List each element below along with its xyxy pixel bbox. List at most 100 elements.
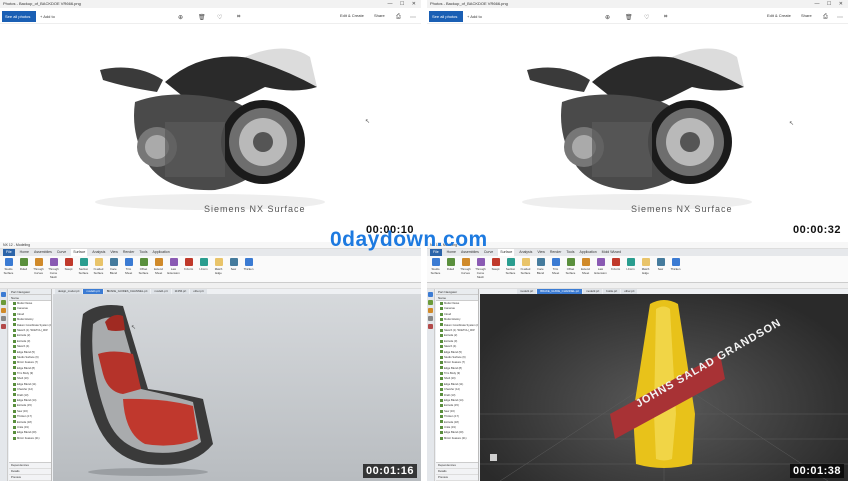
ribbon-button[interactable]: Studio Surface [2, 258, 15, 280]
preview-panel[interactable]: Preview [436, 475, 478, 481]
ribbon-button[interactable]: Sew [227, 258, 240, 280]
ribbon-button[interactable]: Extend Sheet [579, 258, 592, 280]
tab-application[interactable]: Application [580, 249, 597, 256]
navigator-item[interactable]: Mirror Feature (21) [9, 436, 51, 441]
zoom-icon[interactable]: ⊕ [605, 14, 610, 21]
ribbon-button-label: Trim Sheet [124, 267, 133, 275]
history-icon[interactable] [428, 316, 433, 321]
ribbon-button[interactable]: Through Curve Mesh [47, 258, 60, 280]
graphics-window[interactable]: JOHNS SALAD GRANDSON [480, 294, 848, 481]
ribbon-icon [596, 258, 605, 266]
tab-analysis[interactable]: Analysis [519, 249, 532, 256]
tab-view[interactable]: View [537, 249, 545, 256]
print-icon[interactable]: ⎙ [396, 14, 401, 21]
share-button[interactable]: Share [374, 13, 385, 18]
feature-icon [13, 361, 16, 365]
heart-icon[interactable]: ♡ [644, 14, 649, 21]
tab-render[interactable]: Render [123, 249, 134, 256]
print-icon[interactable]: ⎙ [823, 14, 828, 21]
tab-surface[interactable]: Surface [498, 249, 515, 256]
heart-icon[interactable]: ♡ [217, 14, 222, 21]
assembly-icon[interactable] [1, 300, 6, 305]
ribbon-button[interactable]: Through Curves [459, 258, 472, 280]
ribbon-button[interactable]: Offset Surface [564, 258, 577, 280]
delete-icon[interactable]: 🗑 [625, 14, 633, 21]
ribbon-button[interactable]: Extend Sheet [152, 258, 165, 280]
roles-icon[interactable] [1, 324, 6, 329]
navigator-item[interactable]: Mirror Feature (21) [436, 436, 478, 441]
delete-icon[interactable]: 🗑 [198, 14, 206, 21]
ribbon-button[interactable]: Face Blend [534, 258, 547, 280]
tab-tools[interactable]: Tools [566, 249, 574, 256]
window-controls[interactable]: — ☐ ✕ [815, 0, 846, 8]
nx-title-bar: NX 12 - Modeling [427, 242, 848, 249]
graphics-window[interactable]: ↖ [53, 294, 421, 481]
reuse-icon[interactable] [1, 308, 6, 313]
ribbon-button[interactable]: Section Surface [504, 258, 517, 280]
tab-render[interactable]: Render [550, 249, 561, 256]
ribbon-button[interactable]: Trim Sheet [122, 258, 135, 280]
feature-icon [440, 409, 443, 413]
ribbon-button[interactable]: X-Form [182, 258, 195, 280]
ribbon-button-label: Match Edge [641, 267, 650, 275]
tab-application[interactable]: Application [153, 249, 170, 256]
ribbon-button[interactable]: Sew [654, 258, 667, 280]
tab-mold-wizard[interactable]: Mold Wizard [602, 249, 621, 256]
feature-icon [440, 301, 443, 305]
ribbon-button[interactable]: N-sided Surface [92, 258, 105, 280]
ribbon-button[interactable]: Match Edge [639, 258, 652, 280]
tab-surface[interactable]: Surface [71, 249, 88, 256]
edit-create-button[interactable]: Edit & Create [340, 13, 364, 18]
feature-icon [440, 404, 443, 408]
edit-create-button[interactable]: Edit & Create [767, 13, 791, 18]
feature-icon [440, 431, 443, 435]
feature-icon [440, 377, 443, 381]
ribbon-button[interactable]: Through Curves [32, 258, 45, 280]
ribbon-button[interactable]: Through Curve Mesh [474, 258, 487, 280]
see-all-photos-button[interactable]: See all photos [2, 11, 36, 22]
preview-panel[interactable]: Preview [9, 475, 51, 481]
ribbon-button[interactable]: Law Extension [594, 258, 607, 280]
tab-curve[interactable]: Curve [57, 249, 66, 256]
crop-icon[interactable]: ⌗ [237, 14, 240, 21]
ribbon-button[interactable]: Trim Sheet [549, 258, 562, 280]
ribbon-button[interactable]: Studio Surface [429, 258, 442, 280]
tab-tools[interactable]: Tools [139, 249, 147, 256]
ribbon-button[interactable]: Thicken [669, 258, 682, 280]
add-to-button[interactable]: + Add to [467, 11, 482, 22]
navigator-icon[interactable] [1, 292, 6, 297]
ribbon-button[interactable]: Face Blend [107, 258, 120, 280]
more-icon[interactable]: ⋯ [837, 14, 843, 21]
tab-analysis[interactable]: Analysis [92, 249, 105, 256]
ribbon-button[interactable]: N-sided Surface [519, 258, 532, 280]
ribbon-button[interactable]: Ruled [17, 258, 30, 280]
tab-view[interactable]: View [110, 249, 118, 256]
ribbon-button[interactable]: Ruled [444, 258, 457, 280]
ribbon-button[interactable]: Section Surface [77, 258, 90, 280]
ribbon-button[interactable]: Match Edge [212, 258, 225, 280]
tab-assemblies[interactable]: Assemblies [34, 249, 52, 256]
add-to-button[interactable]: + Add to [40, 11, 55, 22]
assembly-icon[interactable] [428, 300, 433, 305]
ribbon-button[interactable]: I-Form [197, 258, 210, 280]
window-controls[interactable]: — ☐ ✕ [388, 0, 419, 8]
ribbon-button[interactable]: Swept [62, 258, 75, 280]
ribbon-button[interactable]: Law Extension [167, 258, 180, 280]
see-all-photos-button[interactable]: See all photos [429, 11, 463, 22]
history-icon[interactable] [1, 316, 6, 321]
more-icon[interactable]: ⋯ [410, 14, 416, 21]
ribbon-button[interactable]: Thicken [242, 258, 255, 280]
navigator-icon[interactable] [428, 292, 433, 297]
ribbon-button[interactable]: Swept [489, 258, 502, 280]
crop-icon[interactable]: ⌗ [664, 14, 667, 21]
ribbon-button[interactable]: Offset Surface [137, 258, 150, 280]
roles-icon[interactable] [428, 324, 433, 329]
zoom-icon[interactable]: ⊕ [178, 14, 183, 21]
tab-home[interactable]: Home [20, 249, 29, 256]
ribbon-button[interactable]: X-Form [609, 258, 622, 280]
file-tab[interactable]: File [3, 249, 15, 256]
reuse-icon[interactable] [428, 308, 433, 313]
ribbon-button[interactable]: I-Form [624, 258, 637, 280]
ribbon-icon [139, 258, 148, 266]
share-button[interactable]: Share [801, 13, 812, 18]
